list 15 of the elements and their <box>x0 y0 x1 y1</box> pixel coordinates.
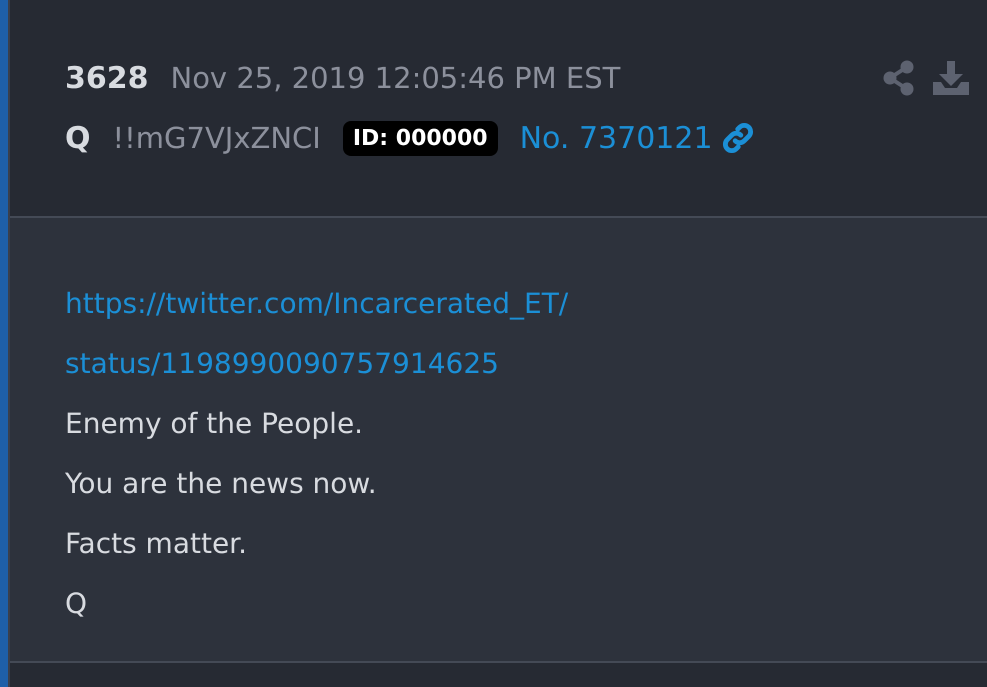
link-icon[interactable] <box>720 121 755 155</box>
post-text-line: Q <box>65 586 88 622</box>
post-text-line: Enemy of the People. <box>65 406 364 442</box>
post-number: 3628 <box>65 60 148 96</box>
download-icon[interactable] <box>933 60 969 96</box>
tweet-link[interactable]: status/1198990090757914625 <box>65 334 499 394</box>
post-text-line: Facts matter. <box>65 526 248 562</box>
id-badge: ID: 000000 <box>342 120 498 156</box>
post-timestamp: Nov 25, 2019 12:05:46 PM EST <box>170 61 620 95</box>
author-name: Q <box>65 120 91 156</box>
share-icon[interactable] <box>883 60 915 96</box>
tweet-link[interactable]: https://twitter.com/Incarcerated_ET/ <box>65 274 568 334</box>
post-text-line: You are the news now. <box>65 466 377 502</box>
tripcode: !!mG7VJxZNCI <box>112 121 321 155</box>
post-link[interactable]: No. 7370121 <box>520 120 713 156</box>
